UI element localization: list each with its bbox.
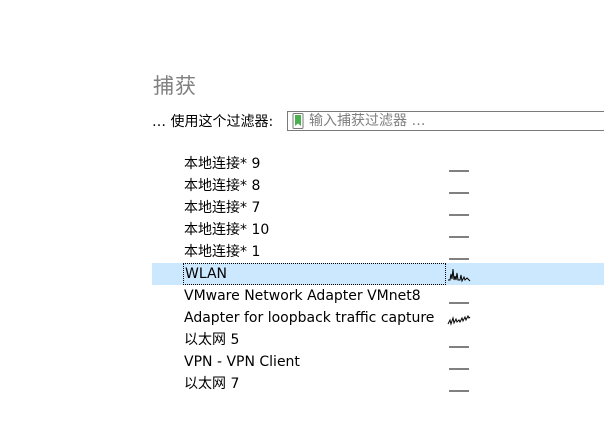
capture-filter-label[interactable]: … 使用这个过滤器: — [152, 111, 273, 131]
sparkline-icon — [449, 368, 469, 370]
interface-row[interactable]: WLAN — [152, 263, 604, 285]
sparkline-icon — [448, 268, 471, 283]
sparkline-icon — [449, 192, 469, 194]
interface-name: 本地连接* 7 — [184, 200, 261, 216]
interface-name: 以太网 5 — [184, 332, 240, 348]
interface-row[interactable]: 本地连接* 9 — [152, 153, 604, 175]
sparkline-icon — [449, 302, 469, 304]
sparkline-icon — [449, 170, 469, 172]
interface-name: 本地连接* 9 — [184, 156, 261, 172]
sparkline-icon — [449, 236, 469, 238]
interface-row[interactable]: 以太网 7 — [152, 373, 604, 395]
interface-name: Adapter for loopback traffic capture — [184, 310, 435, 326]
interface-name: 以太网 7 — [184, 376, 240, 392]
sparkline-icon — [447, 314, 471, 326]
interface-name: WLAN — [183, 263, 446, 285]
capture-filter-input[interactable] — [309, 112, 599, 130]
interface-row[interactable]: VMware Network Adapter VMnet8 — [152, 285, 604, 307]
capture-section-title: 捕获 — [153, 74, 197, 98]
bookmark-icon[interactable] — [292, 113, 304, 129]
interface-row[interactable]: 以太网 5 — [152, 329, 604, 351]
interface-row[interactable]: 本地连接* 1 — [152, 241, 604, 263]
interface-name: 本地连接* 8 — [184, 178, 261, 194]
interface-row[interactable]: 本地连接* 10 — [152, 219, 604, 241]
capture-filter-box[interactable] — [287, 111, 604, 131]
interface-list: 本地连接* 9 本地连接* 8 本地连接* 7 本地连接* 10 本地连接* 1 WLAN… — [152, 153, 604, 395]
sparkline-icon — [449, 214, 469, 216]
interface-name: VMware Network Adapter VMnet8 — [184, 288, 421, 304]
interface-row[interactable]: Adapter for loopback traffic capture — [152, 307, 604, 329]
sparkline-icon — [449, 258, 469, 260]
capture-filter-row: … 使用这个过滤器: — [152, 110, 279, 132]
interface-name: 本地连接* 10 — [184, 222, 270, 238]
interface-name: 本地连接* 1 — [184, 244, 261, 260]
sparkline-icon — [449, 390, 469, 392]
sparkline-icon — [449, 346, 469, 348]
interface-row[interactable]: VPN - VPN Client — [152, 351, 604, 373]
interface-row[interactable]: 本地连接* 7 — [152, 197, 604, 219]
interface-name: VPN - VPN Client — [184, 354, 300, 370]
interface-row[interactable]: 本地连接* 8 — [152, 175, 604, 197]
